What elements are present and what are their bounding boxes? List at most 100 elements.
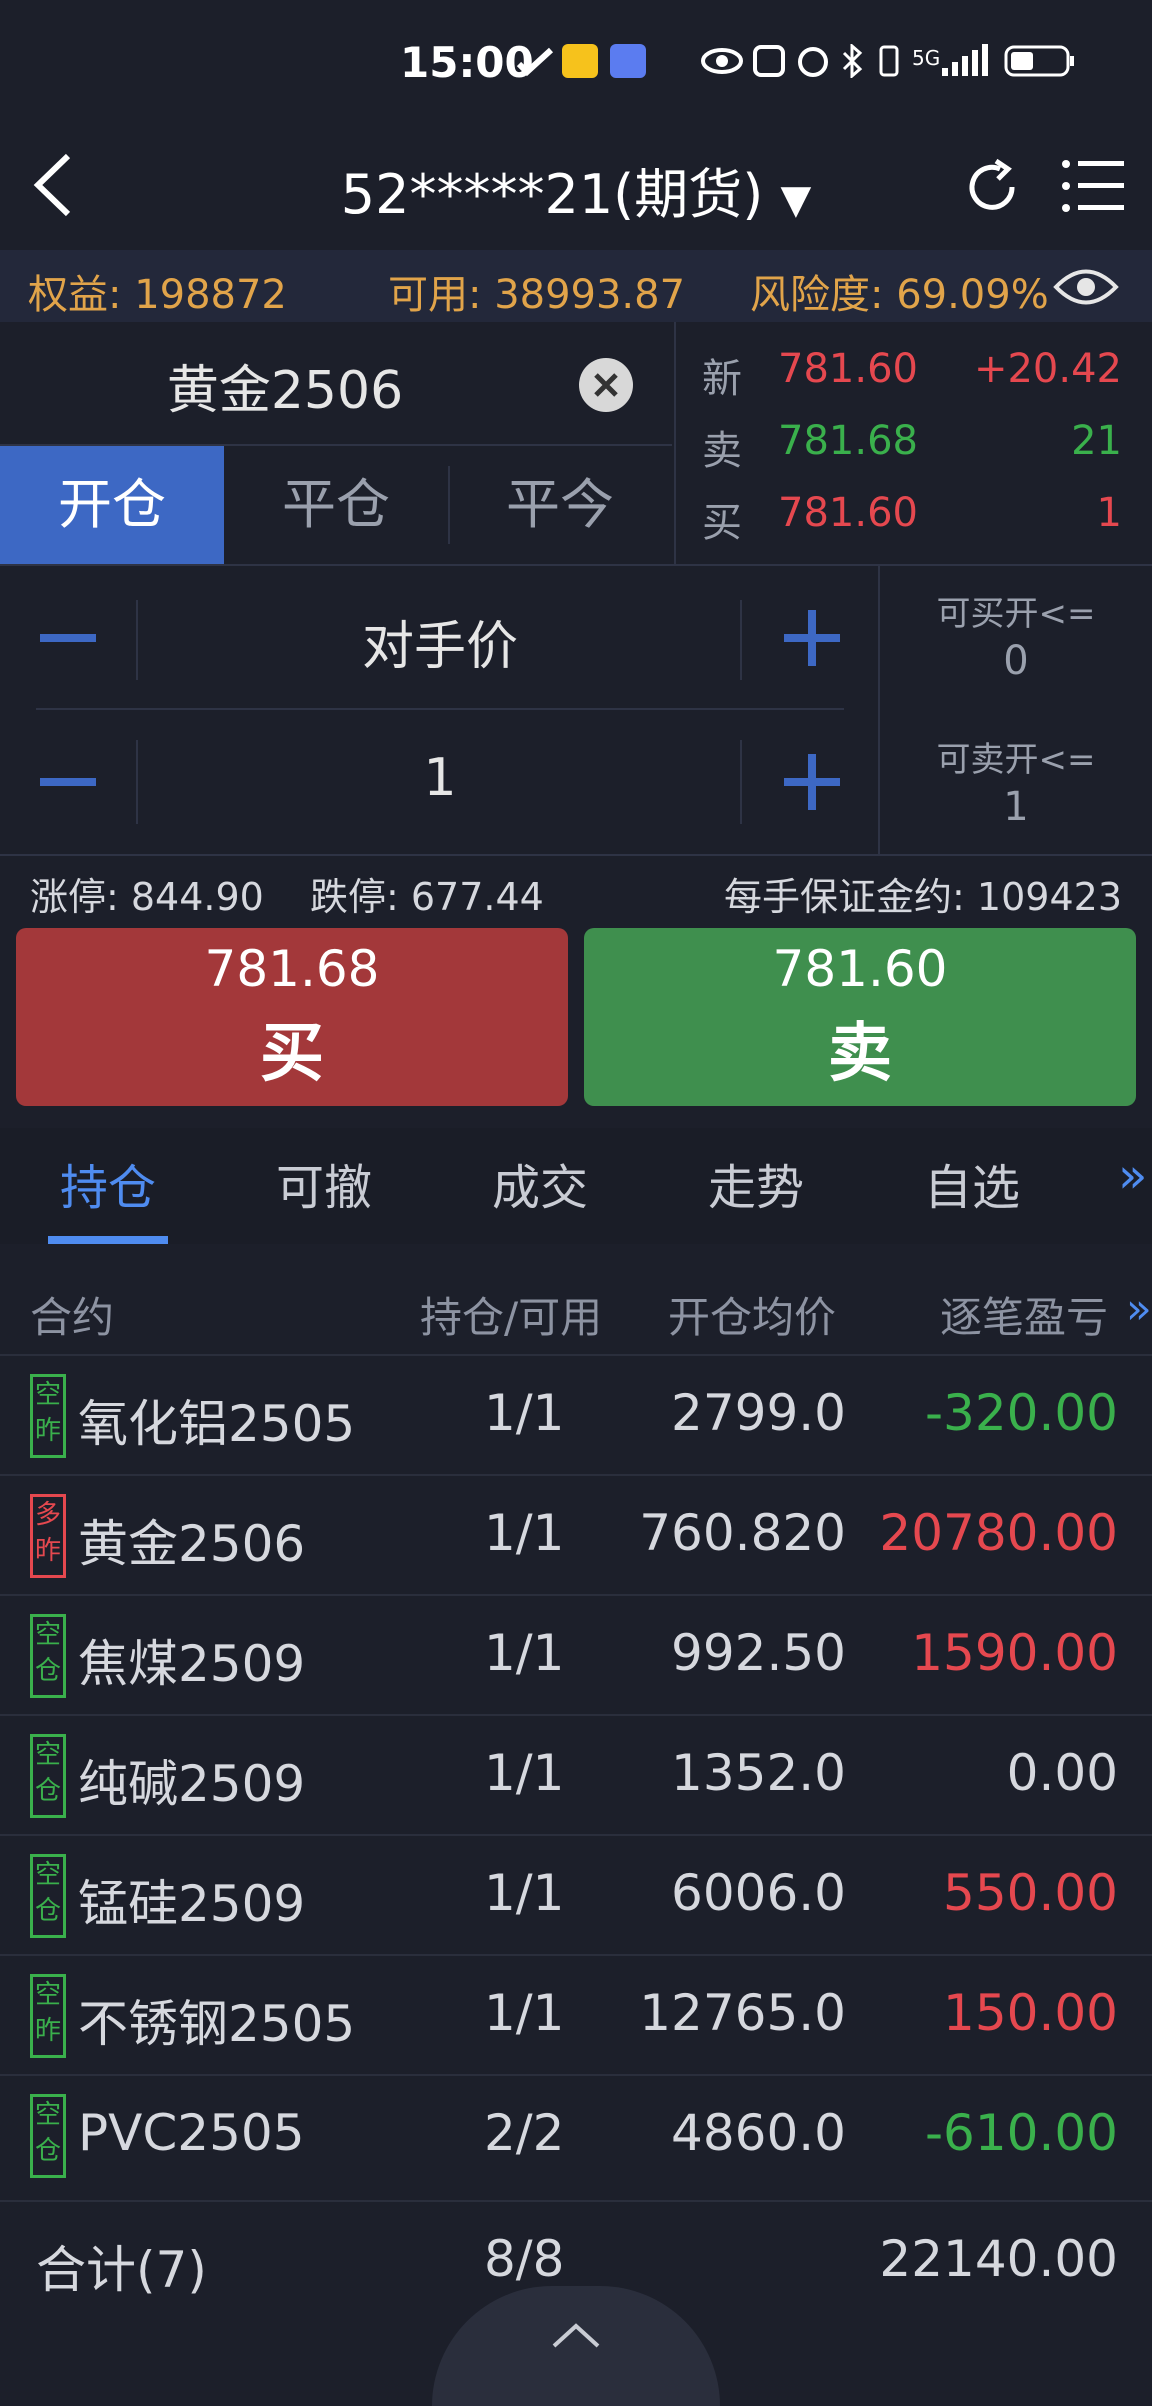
status-time: 15:00	[400, 38, 534, 87]
sell-price: 781.60	[772, 940, 948, 998]
pnl-value: 1590.00	[911, 1624, 1118, 1682]
tag-text: 多昨	[34, 1500, 61, 1566]
table-row[interactable]: 空仓焦煤2509 1/1 992.50 1590.00	[0, 1594, 1152, 1716]
position-type-tag: 空昨	[30, 1374, 66, 1458]
divider	[136, 600, 138, 680]
position-qty: 1/1	[484, 1504, 565, 1562]
contract-name: 纯碱2509	[78, 1755, 306, 1813]
can-sell-label: 可卖开<=	[936, 740, 1096, 780]
battery-icon	[1004, 45, 1074, 77]
limit-down: 跌停: 677.44	[310, 875, 544, 919]
price-input[interactable]: 对手价	[140, 604, 740, 679]
buy-button[interactable]: 781.68 买	[16, 928, 568, 1106]
position-qty: 1/1	[484, 1984, 565, 2042]
col-position: 持仓/可用	[420, 1293, 603, 1342]
tab-close[interactable]: 平仓	[224, 446, 448, 564]
position-qty: 1/1	[484, 1864, 565, 1922]
divider	[740, 740, 742, 824]
total-pnl: 22140.00	[879, 2230, 1118, 2288]
vibrate-icon	[879, 45, 899, 77]
chevron-up-icon	[552, 2323, 600, 2348]
table-row[interactable]: 空昨氧化铝2505 1/1 2799.0 -320.00	[0, 1354, 1152, 1476]
price-minus-button[interactable]	[40, 634, 96, 642]
avg-price: 2799.0	[671, 1384, 846, 1442]
tab-open[interactable]: 开仓	[0, 446, 224, 564]
quote-row-ask: 卖 781.68 21	[702, 418, 1122, 488]
divider	[0, 564, 1152, 566]
qty-plus-button-v[interactable]	[808, 754, 816, 810]
tag-text: 空昨	[34, 1380, 61, 1446]
pnl-value: 550.00	[943, 1864, 1118, 1922]
divider	[448, 466, 450, 544]
tabs-more-icon[interactable]: »	[1118, 1148, 1147, 1204]
tab-active-indicator	[48, 1236, 168, 1244]
columns-more-icon[interactable]: »	[1126, 1284, 1152, 1333]
total-label: 合计(7)	[36, 2241, 207, 2299]
quote-price: 781.60	[778, 346, 918, 392]
price-plus-button-v[interactable]	[808, 610, 816, 666]
avg-price: 760.820	[639, 1504, 846, 1562]
clear-icon[interactable]	[578, 357, 634, 413]
signal-app-icon	[516, 47, 554, 77]
position-type-tag: 空仓	[30, 1854, 66, 1938]
quote-label: 买	[702, 500, 742, 546]
avg-price: 6006.0	[671, 1864, 846, 1922]
tab-cancellable[interactable]: 可撤	[276, 1148, 372, 1218]
table-row[interactable]: 空仓纯碱2509 1/1 1352.0 0.00	[0, 1714, 1152, 1836]
contract-name: 黄金2506	[78, 1515, 306, 1573]
contract-name: 氧化铝2505	[78, 1395, 356, 1453]
quote-volume: 1	[1096, 490, 1122, 536]
position-type-tag: 空仓	[30, 2094, 66, 2178]
tab-watchlist[interactable]: 自选	[924, 1148, 1020, 1218]
table-row[interactable]: 空仓锰硅2509 1/1 6006.0 550.00	[0, 1834, 1152, 1956]
contract-name: 焦煤2509	[78, 1635, 306, 1693]
qty-input[interactable]: 1	[140, 748, 740, 808]
tab-positions[interactable]: 持仓	[60, 1148, 156, 1218]
position-qty: 2/2	[484, 2104, 565, 2162]
tag-text: 空仓	[34, 1860, 61, 1926]
app-notification-icon	[610, 44, 646, 78]
qty-minus-button[interactable]	[40, 778, 96, 786]
meituan-icon	[562, 44, 598, 78]
tab-trades[interactable]: 成交	[492, 1148, 588, 1218]
position-qty: 1/1	[484, 1624, 565, 1682]
pnl-value: 20780.00	[879, 1504, 1118, 1562]
tab-close-today[interactable]: 平今	[448, 446, 672, 564]
tag-text: 空仓	[34, 1740, 61, 1806]
pnl-value: -610.00	[925, 2104, 1118, 2162]
divider	[0, 854, 1152, 856]
quote-row-bid: 买 781.60 1	[702, 490, 1122, 560]
menu-list-icon[interactable]	[1060, 158, 1126, 214]
table-row[interactable]: 空仓 PVC2505 2/2 4860.0 -610.00	[0, 2074, 1152, 2196]
sell-button[interactable]: 781.60 卖	[584, 928, 1136, 1106]
tag-text: 空昨	[34, 1980, 61, 2046]
buy-label: 买	[260, 1017, 324, 1091]
nfc-icon	[753, 45, 785, 77]
refresh-icon[interactable]	[960, 155, 1024, 219]
col-contract: 合约	[30, 1293, 115, 1342]
col-avg-price: 开仓均价	[668, 1293, 837, 1342]
divider	[740, 600, 742, 680]
available-funds: 可用: 38993.87	[388, 272, 686, 318]
position-type-tag: 空仓	[30, 1614, 66, 1698]
tag-text: 空仓	[34, 1620, 61, 1686]
quote-change: +20.42	[973, 346, 1122, 392]
table-row[interactable]: 多昨黄金2506 1/1 760.820 20780.00	[0, 1474, 1152, 1596]
status-bar: 15:00 5G	[0, 0, 1152, 130]
quote-volume: 21	[1071, 418, 1122, 464]
pnl-value: -320.00	[925, 1384, 1118, 1442]
cell-signal-icon	[942, 44, 988, 76]
tag-text: 空仓	[34, 2100, 61, 2166]
tab-trend[interactable]: 走势	[708, 1148, 804, 1218]
col-pnl: 逐笔盈亏	[940, 1293, 1109, 1342]
can-buy-value: 0	[1003, 638, 1029, 684]
instrument-name: 黄金2506	[166, 361, 404, 421]
quote-label: 卖	[702, 428, 742, 474]
table-row[interactable]: 空昨不锈钢2505 1/1 12765.0 150.00	[0, 1954, 1152, 2076]
position-qty: 1/1	[484, 1744, 565, 1802]
network-type: 5G	[912, 46, 941, 70]
quote-price: 781.60	[778, 490, 918, 536]
eye-toggle-icon[interactable]	[1052, 264, 1120, 310]
alarm-icon	[798, 47, 828, 77]
avg-price: 12765.0	[639, 1984, 846, 2042]
